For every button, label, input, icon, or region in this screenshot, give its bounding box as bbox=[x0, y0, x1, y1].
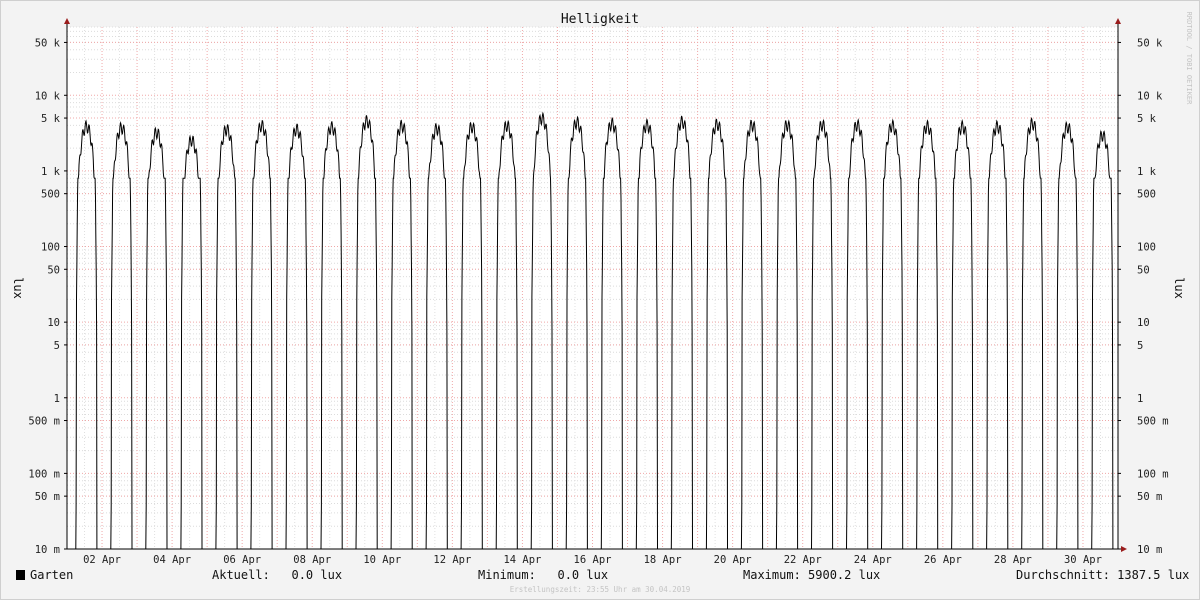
legend-maximum: Maximum: 5900.2 lux bbox=[743, 568, 881, 582]
x-tick-label: 04 Apr bbox=[153, 554, 191, 566]
y-tick-label-right: 50 k bbox=[1137, 37, 1163, 49]
legend-series-label: Garten bbox=[30, 568, 74, 582]
y-tick-label-left: 1 k bbox=[41, 166, 61, 178]
watermark: RRDTOOL / TOBI OETIKER bbox=[1185, 12, 1193, 106]
y-tick-label-right: 500 m bbox=[1137, 416, 1169, 428]
y-tick-label-right: 100 m bbox=[1137, 468, 1169, 480]
legend-average: Durchschnitt: 1387.5 lux bbox=[1016, 568, 1190, 582]
y-tick-label-left: 50 k bbox=[35, 37, 61, 49]
y-tick-label-right: 1 bbox=[1137, 393, 1143, 405]
y-tick-label-left: 500 bbox=[41, 189, 60, 201]
y-tick-label-right: 5 bbox=[1137, 340, 1143, 352]
y-tick-label-left: 10 k bbox=[35, 90, 61, 102]
y-tick-label-right: 50 bbox=[1137, 264, 1150, 276]
y-axis-title-right: lux bbox=[1172, 277, 1186, 299]
x-tick-label: 30 Apr bbox=[1064, 554, 1102, 566]
y-tick-label-left: 1 bbox=[54, 393, 60, 405]
legend-current: Aktuell: 0.0 lux bbox=[212, 568, 343, 582]
y-tick-label-left: 100 m bbox=[28, 468, 60, 480]
y-tick-label-right: 10 m bbox=[1137, 544, 1162, 556]
y-tick-label-left: 5 bbox=[54, 340, 60, 352]
footer-timestamp: Erstellungszeit: 23:55 Uhr am 30.04.2019 bbox=[510, 585, 691, 594]
x-tick-label: 06 Apr bbox=[223, 554, 261, 566]
y-tick-label-right: 10 bbox=[1137, 317, 1150, 329]
chart-title: Helligkeit bbox=[561, 12, 639, 27]
x-axis-arrow bbox=[1121, 546, 1127, 552]
x-tick-label: 24 Apr bbox=[854, 554, 892, 566]
y-axis-title-left: lux bbox=[11, 277, 25, 299]
x-tick-label: 20 Apr bbox=[714, 554, 752, 566]
x-tick-label: 22 Apr bbox=[784, 554, 822, 566]
y-tick-label-left: 50 bbox=[47, 264, 60, 276]
y-axis-arrow-left bbox=[64, 18, 70, 24]
y-axis-arrow-right bbox=[1115, 18, 1121, 24]
y-tick-label-right: 500 bbox=[1137, 189, 1156, 201]
y-tick-label-left: 100 bbox=[41, 242, 60, 254]
brightness-chart: Helligkeit lux lux RRDTOOL / TOBI OETIKE… bbox=[11, 12, 1193, 594]
x-tick-label: 08 Apr bbox=[293, 554, 331, 566]
y-tick-label-left: 5 k bbox=[41, 113, 61, 125]
plot-area: 10 m 10 m 50 m 50 m 100 m 100 m 500 m 500 m 1 1 5 5… bbox=[28, 18, 1169, 566]
x-tick-label: 28 Apr bbox=[994, 554, 1032, 566]
y-tick-label-right: 100 bbox=[1137, 242, 1156, 254]
x-tick-label: 02 Apr bbox=[83, 554, 121, 566]
x-tick-label: 16 Apr bbox=[574, 554, 612, 566]
y-tick-label-left: 500 m bbox=[28, 416, 60, 428]
x-tick-label: 14 Apr bbox=[503, 554, 541, 566]
y-tick-label-left: 50 m bbox=[35, 491, 60, 503]
x-tick-label: 18 Apr bbox=[644, 554, 682, 566]
legend-swatch bbox=[16, 570, 25, 580]
legend-minimum: Minimum: 0.0 lux bbox=[478, 568, 609, 582]
y-tick-label-right: 1 k bbox=[1137, 166, 1157, 178]
x-tick-label: 26 Apr bbox=[924, 554, 962, 566]
y-tick-label-left: 10 m bbox=[35, 544, 60, 556]
x-tick-label: 10 Apr bbox=[363, 554, 401, 566]
x-tick-label: 12 Apr bbox=[433, 554, 471, 566]
y-tick-label-right: 10 k bbox=[1137, 90, 1163, 102]
y-tick-label-right: 50 m bbox=[1137, 491, 1162, 503]
legend: Garten Aktuell: 0.0 lux Minimum: 0.0 lux… bbox=[0, 566, 1200, 584]
y-tick-label-right: 5 k bbox=[1137, 113, 1157, 125]
y-tick-label-left: 10 bbox=[47, 317, 60, 329]
